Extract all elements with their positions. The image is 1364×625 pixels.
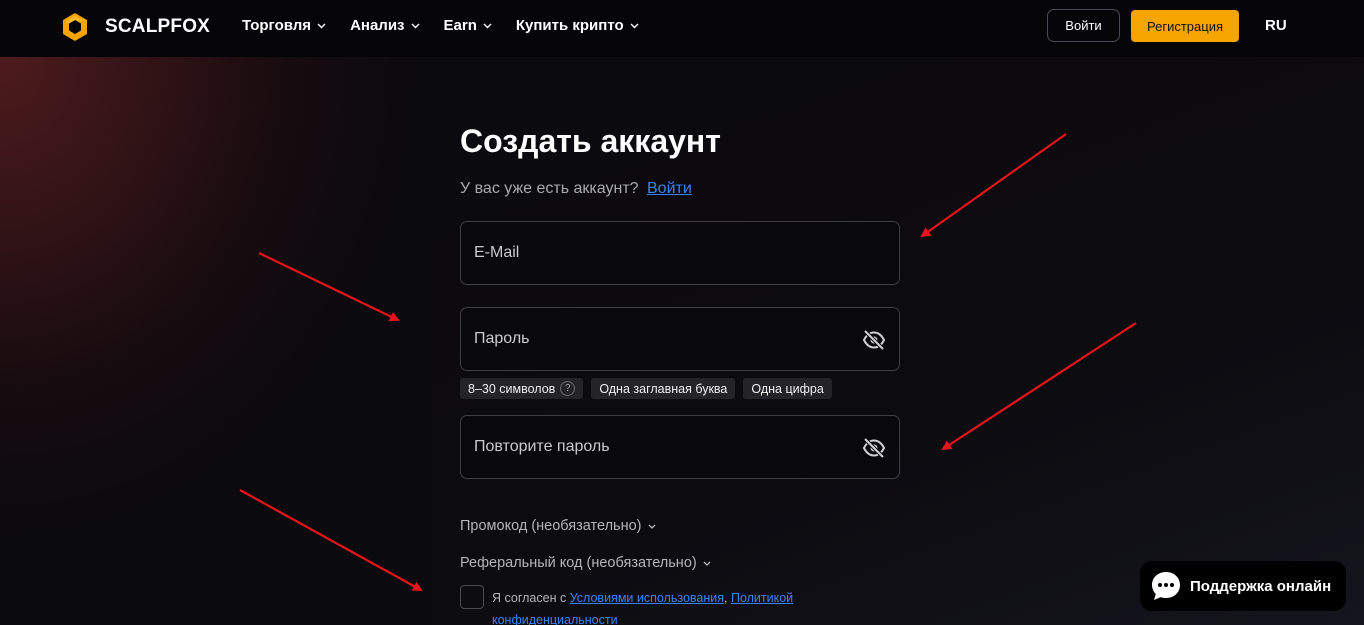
- referral-code-toggle[interactable]: Реферальный код (необязательно): [460, 555, 711, 571]
- hint-uppercase: Одна заглавная буква: [591, 378, 736, 399]
- nav-item-label: Анализ: [350, 17, 405, 34]
- email-placeholder: E-Mail: [474, 244, 520, 261]
- nav-item-earn[interactable]: Earn: [444, 17, 492, 34]
- register-button[interactable]: Регистрация: [1131, 10, 1239, 42]
- hint-length: 8–30 символов ?: [460, 378, 584, 399]
- nav-item-label: Earn: [443, 17, 477, 34]
- support-chat-button[interactable]: Поддержка онлайн: [1140, 561, 1346, 611]
- login-link[interactable]: Войти: [647, 180, 692, 197]
- have-account-label: У вас уже есть аккаунт?: [460, 180, 639, 197]
- promo-code-label: Промокод (необязательно): [460, 518, 642, 534]
- promo-code-toggle[interactable]: Промокод (необязательно): [460, 518, 656, 534]
- agree-prefix: Я согласен с: [492, 591, 570, 605]
- password-requirements: 8–30 символов ? Одна заглавная буква Одн…: [460, 378, 832, 399]
- help-circle-icon[interactable]: ?: [560, 381, 576, 396]
- login-button[interactable]: Войти: [1047, 9, 1120, 42]
- nav-item-label: Торговля: [242, 17, 312, 34]
- chevron-down-icon: [630, 23, 639, 28]
- hint-label: 8–30 символов: [468, 381, 556, 396]
- chevron-down-icon: [411, 23, 420, 28]
- password-field[interactable]: Пароль: [460, 307, 900, 371]
- hint-digit: Одна цифра: [743, 378, 832, 399]
- nav-item-analysis[interactable]: Анализ: [350, 17, 420, 34]
- nav-item-label: Купить крипто: [515, 17, 624, 34]
- nav-item-buy-crypto[interactable]: Купить крипто: [516, 17, 639, 34]
- repeat-password-placeholder: Повторите пароль: [474, 438, 610, 455]
- main-nav: Торговля Анализ Earn Купить крипто: [242, 17, 663, 34]
- terms-link[interactable]: Условиями использования: [570, 591, 724, 605]
- email-field[interactable]: E-Mail: [460, 221, 900, 285]
- logo-text: SCALPFOX: [105, 16, 211, 37]
- top-navbar: SCALPFOX Торговля Анализ Earn Купить кри…: [0, 0, 1364, 57]
- agree-separator: ,: [724, 591, 731, 605]
- chevron-down-icon: [648, 524, 655, 529]
- terms-agreement-text: Я согласен с Условиями использования, По…: [492, 587, 832, 625]
- repeat-password-field[interactable]: Повторите пароль: [460, 415, 900, 479]
- nav-item-trading[interactable]: Торговля: [242, 17, 326, 34]
- have-account-text: У вас уже есть аккаунт? Войти: [460, 180, 692, 198]
- chevron-down-icon: [703, 561, 711, 566]
- chat-bubble-icon: [1152, 572, 1180, 600]
- logo[interactable]: SCALPFOX: [62, 12, 210, 42]
- eye-slash-icon[interactable]: [862, 329, 886, 351]
- chevron-down-icon: [483, 23, 492, 28]
- terms-checkbox[interactable]: [460, 585, 484, 609]
- referral-code-label: Реферальный код (необязательно): [460, 555, 697, 571]
- page-title: Создать аккаунт: [460, 123, 721, 159]
- eye-slash-icon[interactable]: [862, 437, 886, 459]
- support-label: Поддержка онлайн: [1190, 577, 1332, 595]
- logo-hexagon-icon: [63, 13, 87, 41]
- language-selector[interactable]: RU: [1265, 17, 1287, 34]
- chevron-down-icon: [317, 23, 326, 28]
- password-placeholder: Пароль: [474, 330, 530, 347]
